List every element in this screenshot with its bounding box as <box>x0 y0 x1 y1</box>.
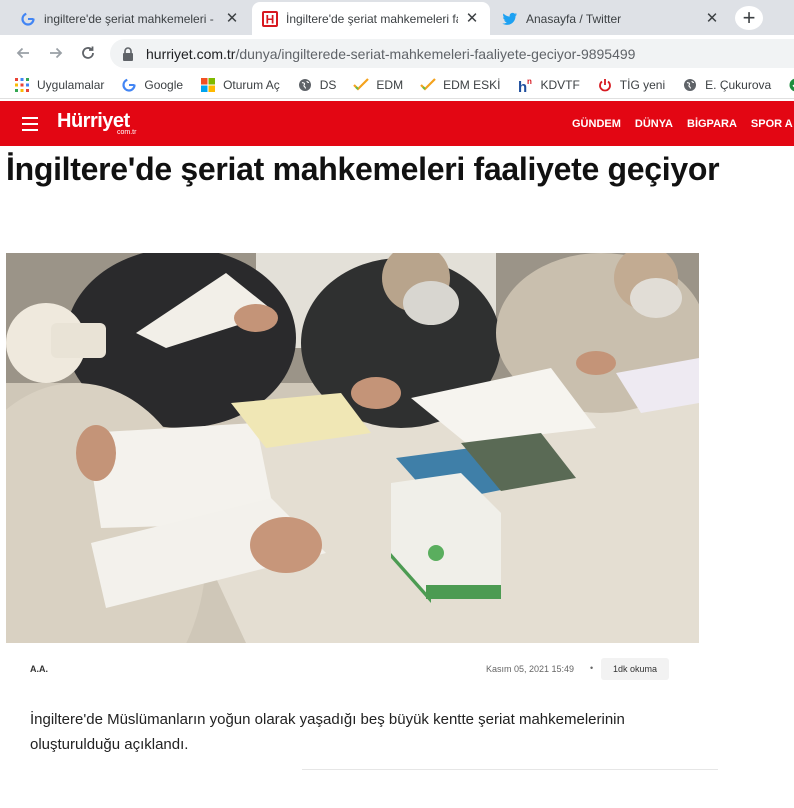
apps-grid-icon <box>14 77 30 93</box>
bookmark-label: Google <box>144 77 184 92</box>
reload-icon <box>82 46 94 59</box>
bookmark-edm[interactable]: EDM <box>353 77 403 93</box>
bookmark-label: DS <box>319 77 337 92</box>
check-pencil-icon <box>353 77 370 93</box>
article-date: Kasım 05, 2021 15:49 <box>486 664 575 674</box>
article-photo <box>6 253 699 643</box>
power-icon <box>597 77 613 93</box>
svg-text:n: n <box>527 77 532 86</box>
close-icon[interactable]: ✕ <box>704 10 720 27</box>
site-header: Hürriyet com.tr GÜNDEM DÜNYA BİGPARA SPO… <box>0 101 794 146</box>
bookmark-edm-eski[interactable]: EDM ESKİ <box>420 77 500 93</box>
microsoft-icon <box>200 77 216 93</box>
bookmark-label: EDM <box>376 77 404 92</box>
google-g-icon <box>121 77 137 93</box>
nav-item-bigpara[interactable]: BİGPARA <box>687 118 737 130</box>
close-icon[interactable]: ✕ <box>224 10 240 27</box>
bookmark-label: TİG yeni <box>619 77 666 92</box>
tab-title: Anasayfa / Twitter <box>526 11 622 26</box>
bookmark-label: EDM ESKİ <box>443 77 501 92</box>
nav-item-dunya[interactable]: DÜNYA <box>635 118 673 130</box>
bookmark-overflow-check[interactable] <box>788 77 794 93</box>
bookmark-label: Uygulamalar <box>37 77 105 92</box>
lock-icon <box>123 46 133 61</box>
browser-toolbar: hurriyet.com.tr/dunya/ingilterede-seriat… <box>0 35 794 71</box>
site-logo-sub: com.tr <box>117 129 137 136</box>
forward-button[interactable] <box>43 40 69 66</box>
site-nav: GÜNDEM DÜNYA BİGPARA SPOR A <box>572 118 793 130</box>
tab-title: İngiltere'de şeriat mahkemeleri fa <box>286 11 458 26</box>
google-g-icon <box>20 11 36 27</box>
tab-title: ingiltere'de şeriat mahkemeleri - <box>44 11 214 26</box>
bookmark-label: E. Çukurova <box>705 77 772 92</box>
bookmark-ds[interactable]: DS <box>297 77 337 93</box>
tab-hurriyet-article[interactable]: H İngiltere'de şeriat mahkemeleri fa ✕ <box>252 2 490 35</box>
meta-separator: • <box>590 663 594 673</box>
bookmark-google[interactable]: Google <box>121 77 183 93</box>
globe-icon <box>297 77 313 93</box>
hn-icon: hn <box>517 77 533 93</box>
bookmark-kdvtf[interactable]: hn KDVTF <box>517 77 579 93</box>
bookmark-label: Oturum Aç <box>223 77 280 92</box>
back-button[interactable] <box>10 40 36 66</box>
nav-item-spor[interactable]: SPOR A <box>751 118 793 130</box>
content-divider <box>302 769 718 770</box>
article-headline: İngiltere'de şeriat mahkemeleri faaliyet… <box>6 151 720 187</box>
reload-button[interactable] <box>75 40 101 66</box>
article-source: A.A. <box>30 664 48 674</box>
bookmark-tig-yeni[interactable]: TİG yeni <box>597 77 665 93</box>
close-icon[interactable]: ✕ <box>464 10 480 27</box>
svg-text:h: h <box>518 79 527 93</box>
hamburger-menu-icon[interactable] <box>22 117 38 131</box>
bookmarks-bar: Uygulamalar Google Oturum Aç DS EDM EDM … <box>0 71 794 99</box>
tab-twitter[interactable]: Anasayfa / Twitter ✕ <box>492 2 730 35</box>
bookmark-e-cukurova[interactable]: E. Çukurova <box>682 77 771 93</box>
article-summary: İngiltere'de Müslümanların yoğun olarak … <box>30 711 625 753</box>
tab-google-search[interactable]: ingiltere'de şeriat mahkemeleri - ✕ <box>10 2 250 35</box>
arrow-left-icon <box>16 47 29 59</box>
svg-text:H: H <box>266 12 275 26</box>
url-domain: hurriyet.com.tr <box>146 45 236 62</box>
nav-item-gundem[interactable]: GÜNDEM <box>572 118 621 130</box>
bookmark-uygulamalar[interactable]: Uygulamalar <box>14 77 104 93</box>
address-bar[interactable]: hurriyet.com.tr/dunya/ingilterede-seriat… <box>110 39 794 68</box>
green-check-icon <box>788 77 794 93</box>
bookmark-oturum-ac[interactable]: Oturum Aç <box>200 77 280 93</box>
check-pencil-icon <box>420 77 436 93</box>
new-tab-button[interactable]: + <box>735 5 763 30</box>
url-path: /dunya/ingilterede-seriat-mahkemeleri-fa… <box>235 45 636 62</box>
read-time-badge: 1dk okuma <box>601 658 670 680</box>
browser-tab-strip: ingiltere'de şeriat mahkemeleri - ✕ H İn… <box>0 0 794 35</box>
hurriyet-h-icon: H <box>262 10 278 27</box>
bookmark-label: KDVTF <box>540 77 580 92</box>
globe-icon <box>682 77 698 93</box>
twitter-bird-icon <box>502 11 518 27</box>
arrow-right-icon <box>50 47 63 59</box>
